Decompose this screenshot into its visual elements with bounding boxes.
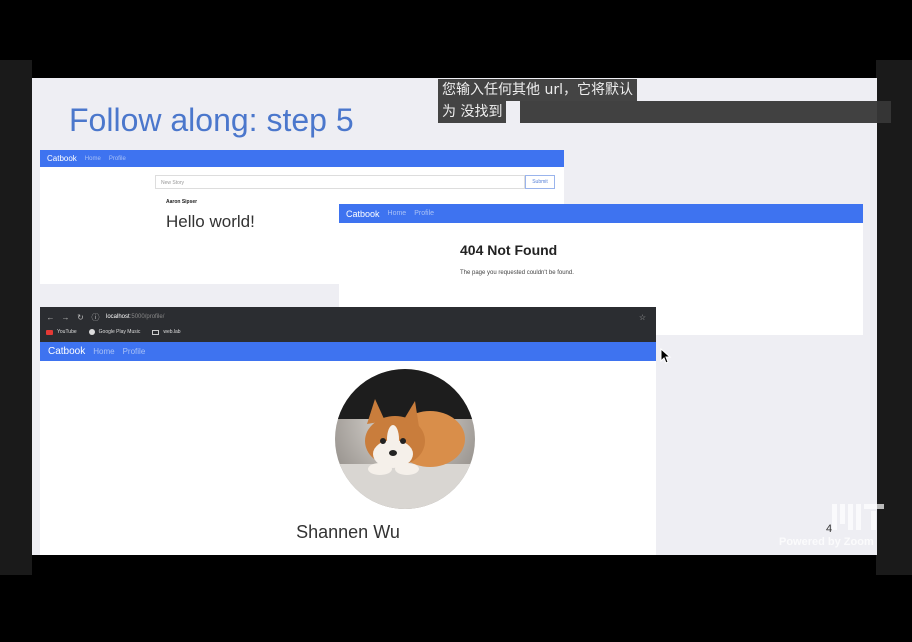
avatar <box>335 369 475 509</box>
nav-home-link[interactable]: Home <box>93 347 114 356</box>
profile-browser-window: ← → ↻ ⓘ localhost:5000/profile/ ☆ YouTub… <box>40 307 656 555</box>
reload-icon[interactable]: ↻ <box>76 313 85 322</box>
caption-line-2: 为 没找到 <box>438 101 507 123</box>
nav-profile-link[interactable]: Profile <box>414 210 434 217</box>
subtitle-caption: 您输入任何其他 url，它将默认 为 没找到 <box>438 79 891 123</box>
nav-profile-link[interactable]: Profile <box>109 156 126 162</box>
mit-logo-watermark <box>832 504 884 530</box>
nav-home-link[interactable]: Home <box>85 156 101 162</box>
back-arrow-icon[interactable]: ← <box>46 313 55 322</box>
bookmark-youtube[interactable]: YouTube <box>46 329 77 335</box>
bookmark-star-icon[interactable]: ☆ <box>639 313 646 322</box>
folder-icon <box>152 329 160 335</box>
info-icon[interactable]: ⓘ <box>91 312 100 323</box>
zoom-watermark: Powered by Zoom <box>779 536 874 548</box>
not-found-heading: 404 Not Found <box>460 242 558 258</box>
brand-link[interactable]: Catbook <box>48 346 85 357</box>
bookmarks-bar: YouTube Google Play Music web.lab <box>40 327 187 337</box>
submit-button[interactable]: Submit <box>525 175 555 189</box>
navbar: Catbook Home Profile <box>339 204 863 223</box>
profile-name: Shannen Wu <box>296 522 400 542</box>
right-letterbox <box>876 60 912 575</box>
play-music-icon <box>88 329 95 335</box>
story-author: Aaron Sipser <box>166 199 198 205</box>
caption-line-1: 您输入任何其他 url，它将默认 <box>438 79 637 101</box>
forward-arrow-icon[interactable]: → <box>61 313 70 322</box>
bookmark-google-play-music[interactable]: Google Play Music <box>88 329 140 335</box>
nav-home-link[interactable]: Home <box>388 210 407 217</box>
left-letterbox <box>0 60 32 575</box>
brand-link[interactable]: Catbook <box>47 154 77 163</box>
bookmark-weblab[interactable]: web.lab <box>152 329 181 335</box>
nav-profile-link[interactable]: Profile <box>123 347 146 356</box>
browser-chrome: ← → ↻ ⓘ localhost:5000/profile/ ☆ YouTub… <box>40 307 656 342</box>
caption-background <box>520 101 891 123</box>
brand-link[interactable]: Catbook <box>346 209 380 219</box>
navbar: Catbook Home Profile <box>40 342 656 361</box>
mouse-cursor-icon <box>660 348 672 364</box>
youtube-icon <box>46 329 53 335</box>
address-row: ← → ↻ ⓘ localhost:5000/profile/ ☆ <box>40 311 656 323</box>
new-story-input[interactable]: New Story <box>155 175 525 189</box>
slide-title: Follow along: step 5 <box>69 102 354 138</box>
url-bar[interactable]: localhost:5000/profile/ <box>106 314 164 320</box>
not-found-message: The page you requested couldn't be found… <box>460 270 574 276</box>
story-content: Hello world! <box>166 212 255 231</box>
slide: Follow along: step 5 Catbook Home Profil… <box>32 78 877 555</box>
navbar: Catbook Home Profile <box>40 150 564 167</box>
